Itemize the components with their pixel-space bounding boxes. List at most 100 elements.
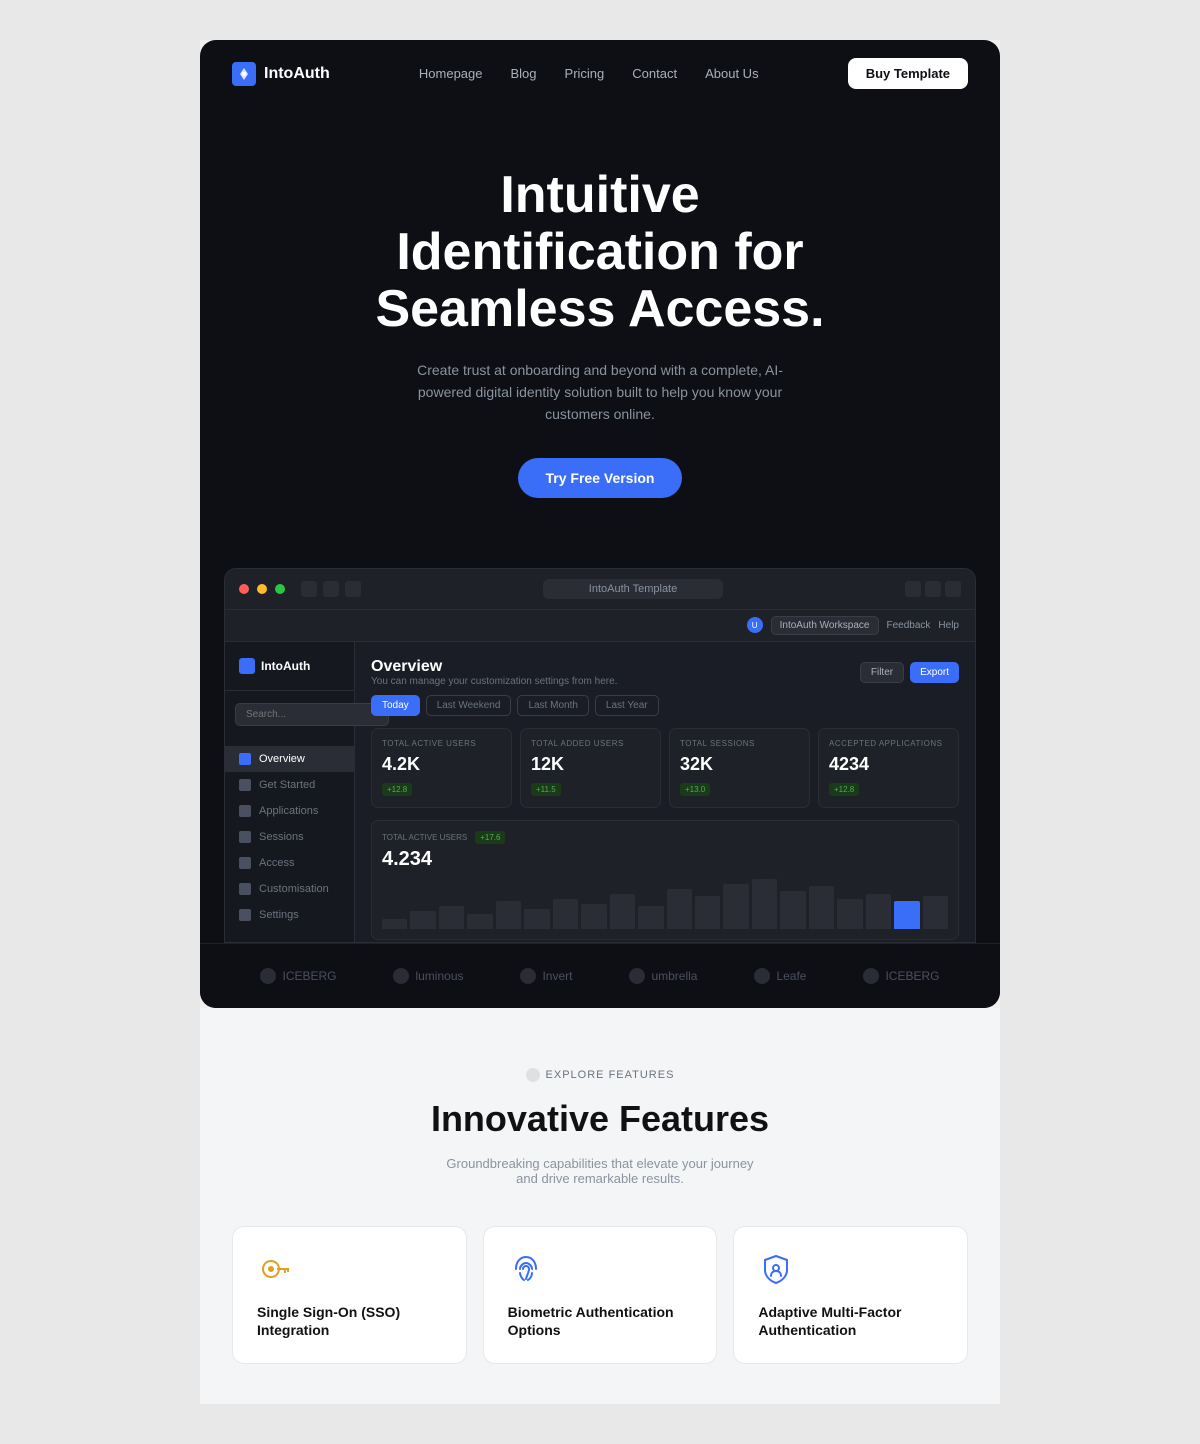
chart-bar	[809, 886, 834, 929]
feature-cards: Single Sign-On (SSO) Integration Biometr	[232, 1226, 968, 1364]
customisation-icon	[239, 883, 251, 895]
tab-last-month[interactable]: Last Month	[517, 695, 588, 716]
chart-bar	[610, 894, 635, 929]
chart-bar	[695, 896, 720, 929]
window-action-3	[945, 581, 961, 597]
main-header: Overview You can manage your customizati…	[371, 658, 959, 687]
features-title: Innovative Features	[232, 1098, 968, 1140]
chart-area: TOTAL ACTIVE USERS +17.6 4.234	[371, 820, 959, 940]
chart-bar	[410, 911, 435, 929]
nav-contact[interactable]: Contact	[632, 66, 677, 81]
chart-bars	[382, 879, 948, 929]
sidebar-item-customisation[interactable]: Customisation	[225, 876, 354, 902]
workspace-button[interactable]: IntoAuth Workspace	[771, 616, 879, 635]
brand-icon-leafe	[754, 968, 770, 984]
nav-about[interactable]: About Us	[705, 66, 758, 81]
date-tabs: Today Last Weekend Last Month Last Year	[371, 695, 959, 716]
nav-pricing[interactable]: Pricing	[565, 66, 605, 81]
chart-title: TOTAL ACTIVE USERS	[382, 833, 467, 842]
stat-value-1: 12K	[531, 754, 650, 775]
stat-badge-2: +13.0	[680, 783, 710, 796]
buy-template-button[interactable]: Buy Template	[848, 58, 968, 89]
brand-icon-iceberg-2	[863, 968, 879, 984]
stat-card-active-users: TOTAL ACTIVE USERS 4.2K +12.8	[371, 728, 512, 808]
url-bar: IntoAuth Template	[543, 579, 723, 599]
feature-card-title-sso: Single Sign-On (SSO) Integration	[257, 1303, 442, 1339]
feature-card-biometric: Biometric Authentication Options	[483, 1226, 718, 1364]
dashboard-inner: IntoAuth Overview Get Started	[225, 642, 975, 942]
try-free-button[interactable]: Try Free Version	[518, 458, 683, 498]
applications-icon	[239, 805, 251, 817]
stat-badge-1: +11.5	[531, 783, 561, 796]
dashboard-preview: IntoAuth Template U IntoAuth Workspace F…	[224, 568, 976, 943]
tab-last-year[interactable]: Last Year	[595, 695, 659, 716]
chart-value: 4.234	[382, 848, 948, 871]
sidebar-item-overview[interactable]: Overview	[225, 746, 354, 772]
brand-icon-invert	[520, 968, 536, 984]
tab-last-weekend[interactable]: Last Weekend	[426, 695, 512, 716]
export-button[interactable]: Export	[910, 662, 959, 683]
key-icon	[257, 1251, 293, 1287]
chart-bar	[923, 896, 948, 929]
sidebar-item-sessions[interactable]: Sessions	[225, 824, 354, 850]
chart-bar	[752, 879, 777, 929]
feature-card-title-mfa: Adaptive Multi-Factor Authentication	[758, 1303, 943, 1339]
sidebar-logo-icon	[239, 658, 255, 674]
hero-content: Intuitive Identification for Seamless Ac…	[200, 107, 1000, 538]
main-title: Overview	[371, 658, 617, 676]
fingerprint-icon	[508, 1251, 544, 1287]
chart-bar	[382, 919, 407, 929]
brand-icon-luminous	[393, 968, 409, 984]
stat-card-added-users: TOTAL ADDED USERS 12K +11.5	[520, 728, 661, 808]
access-icon	[239, 857, 251, 869]
navbar: IntoAuth Homepage Blog Pricing Contact A…	[200, 40, 1000, 107]
main-subtitle: You can manage your customization settin…	[371, 676, 617, 687]
chart-bar	[638, 906, 663, 929]
window-icon-3	[345, 581, 361, 597]
user-avatar-item: U	[747, 617, 763, 633]
chart-bar	[894, 901, 919, 929]
sidebar-item-settings[interactable]: Settings	[225, 902, 354, 928]
feedback-item: Feedback	[887, 620, 931, 631]
sidebar-logo-text: IntoAuth	[261, 659, 310, 673]
window-dot-yellow	[257, 584, 267, 594]
stat-value-0: 4.2K	[382, 754, 501, 775]
logo-text: IntoAuth	[264, 65, 330, 83]
settings-icon	[239, 909, 251, 921]
sidebar-item-getstarted[interactable]: Get Started	[225, 772, 354, 798]
tab-today[interactable]: Today	[371, 695, 420, 716]
feature-card-sso: Single Sign-On (SSO) Integration	[232, 1226, 467, 1364]
window-url-area: IntoAuth Template	[369, 579, 897, 599]
filter-button[interactable]: Filter	[860, 662, 904, 683]
window-dot-red	[239, 584, 249, 594]
feature-card-title-biometric: Biometric Authentication Options	[508, 1303, 693, 1339]
sidebar-search-row	[225, 703, 354, 734]
brand-icon-iceberg-1	[260, 968, 276, 984]
stat-label-1: TOTAL ADDED USERS	[531, 739, 650, 748]
window-bar: IntoAuth Template	[225, 569, 975, 610]
chart-bar	[496, 901, 521, 929]
brand-umbrella: umbrella	[629, 968, 697, 984]
chart-bar	[553, 899, 578, 929]
chart-bar	[439, 906, 464, 929]
sessions-icon	[239, 831, 251, 843]
stat-value-2: 32K	[680, 754, 799, 775]
sidebar-item-applications[interactable]: Applications	[225, 798, 354, 824]
help-item: Help	[938, 620, 959, 631]
stat-badge-0: +12.8	[382, 783, 412, 796]
dashboard-topbar: U IntoAuth Workspace Feedback Help	[225, 610, 975, 642]
chart-label-row: TOTAL ACTIVE USERS +17.6	[382, 831, 948, 844]
logo-area: IntoAuth	[232, 62, 330, 86]
nav-blog[interactable]: Blog	[511, 66, 537, 81]
hero-subtitle: Create trust at onboarding and beyond wi…	[410, 359, 790, 426]
stats-grid: TOTAL ACTIVE USERS 4.2K +12.8 TOTAL ADDE…	[371, 728, 959, 808]
window-action-2	[925, 581, 941, 597]
brands-row: ICEBERG luminous Invert umbrella Leafe I…	[200, 943, 1000, 1008]
stat-label-0: TOTAL ACTIVE USERS	[382, 739, 501, 748]
sidebar-item-access[interactable]: Access	[225, 850, 354, 876]
chart-bar	[866, 894, 891, 929]
nav-homepage[interactable]: Homepage	[419, 66, 483, 81]
dashboard-main: Overview You can manage your customizati…	[355, 642, 975, 942]
chart-bar	[581, 904, 606, 929]
shield-icon	[758, 1251, 794, 1287]
